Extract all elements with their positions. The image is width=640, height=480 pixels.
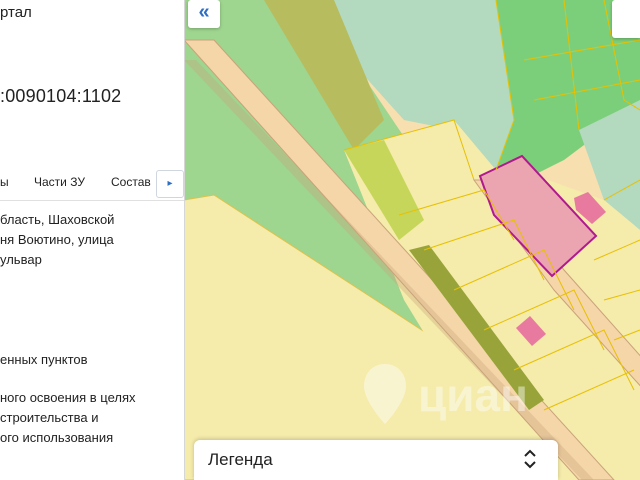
chevrons-up-down-icon xyxy=(524,449,536,469)
map-control-button[interactable] xyxy=(612,0,640,38)
cadastral-number: :0090104:1102 xyxy=(0,86,122,106)
tab-parts[interactable]: Части ЗУ xyxy=(34,175,85,189)
legend-label: Легенда xyxy=(208,450,273,469)
collapse-panel-button[interactable]: « xyxy=(188,0,220,28)
double-chevron-left-icon: « xyxy=(198,1,210,23)
permitted-use-line: ого использования xyxy=(0,430,114,445)
legend-bar[interactable]: Легенда xyxy=(194,440,558,480)
chevron-right-icon: ▸ xyxy=(167,178,173,189)
address-text: бласть, Шаховской ня Воютино, улица ульв… xyxy=(0,210,114,270)
tabs-next-button[interactable]: ▸ xyxy=(156,170,184,198)
permitted-use: ного освоения в целях строительства и ог… xyxy=(0,388,136,448)
cadastral-map[interactable] xyxy=(184,0,640,480)
land-category: енных пунктов xyxy=(0,352,88,367)
address-line: ульвар xyxy=(0,252,42,267)
tabs-bar: ы Части ЗУ Состав ▸ xyxy=(0,170,184,200)
permitted-use-line: ного освоения в целях xyxy=(0,390,136,405)
portal-title: ртал xyxy=(0,4,32,21)
address-line: бласть, Шаховской xyxy=(0,212,115,227)
address-line: ня Воютино, улица xyxy=(0,232,114,247)
tab-main[interactable]: ы xyxy=(0,175,9,189)
info-panel: ртал :0090104:1102 ы Части ЗУ Состав ▸ б… xyxy=(0,0,185,480)
divider xyxy=(0,200,184,201)
permitted-use-line: строительства и xyxy=(0,410,99,425)
map-canvas[interactable] xyxy=(184,0,640,480)
tab-composition[interactable]: Состав xyxy=(111,175,151,189)
